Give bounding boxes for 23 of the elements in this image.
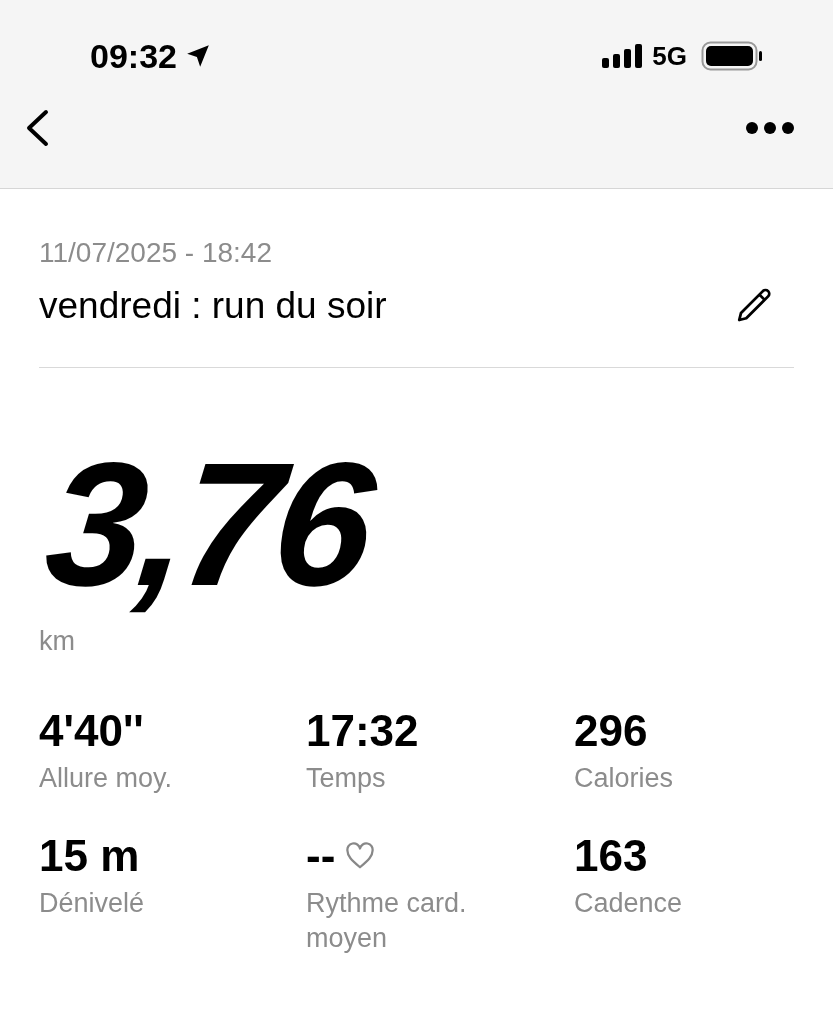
stat-label: Allure moy.	[39, 762, 174, 796]
distance-value: 3,76	[39, 436, 377, 612]
stat-value: 15 m	[39, 831, 140, 881]
signal-icon	[602, 44, 645, 68]
stat-label: Calories	[574, 762, 675, 796]
stat-value: 296	[574, 707, 648, 756]
activity-date: 11/07/2025 - 18:42	[39, 237, 273, 269]
stat-label: Temps	[306, 762, 387, 796]
stat-label: Cadence	[574, 887, 684, 921]
heart-icon	[345, 842, 376, 871]
stat-label: Dénivelé	[39, 887, 146, 921]
clock-time: 09:32	[90, 36, 177, 76]
distance-unit: km	[39, 626, 76, 657]
stat-value: 17:32	[306, 707, 419, 756]
network-label: 5G	[652, 40, 687, 72]
back-button[interactable]	[24, 108, 50, 148]
more-options-button[interactable]	[745, 121, 795, 135]
stat-label: Rythme card. moyen	[306, 887, 468, 955]
activity-title: vendredi : run du soir	[39, 285, 387, 327]
battery-icon	[701, 41, 763, 71]
stat-value: 4'40''	[39, 707, 144, 756]
stat-value: 163	[574, 831, 648, 881]
stat-value: --	[306, 831, 336, 881]
